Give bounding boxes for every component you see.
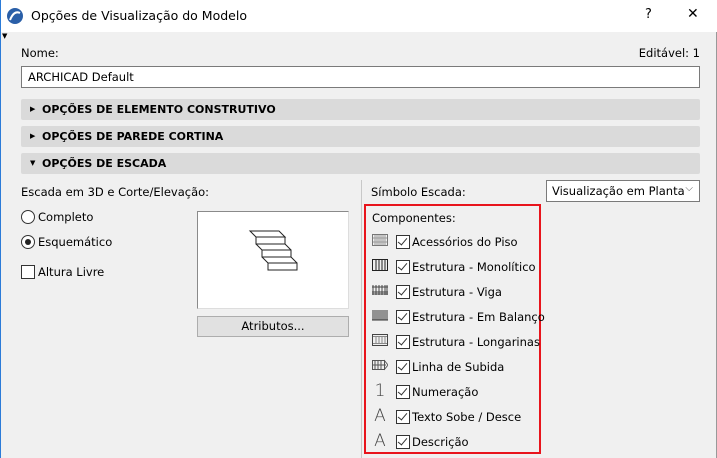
section-label: OPÇÕES DE PAREDE CORTINA [42,130,224,143]
schematic-stair-icon [248,230,298,271]
component-label: Numeração [412,385,479,399]
title-bar: Opções de Visualização do Modelo ? ✕ [0,0,717,32]
stair-mode-label: Escada em 3D e Corte/Elevação: [21,185,210,199]
help-button[interactable]: ? [645,7,652,22]
divider [361,180,362,458]
component-checkbox[interactable] [396,435,410,449]
dropdown-value: Visualização em Planta [552,184,685,198]
collapse-triangle-icon[interactable]: ▼ [2,32,7,40]
component-label: Texto Sobe / Desce [412,410,522,424]
beam-icon [372,284,388,298]
component-row[interactable]: Estrutura - Monolítico [372,257,537,277]
walking-line-icon [372,359,389,373]
component-checkbox[interactable] [396,385,410,399]
component-row[interactable]: 1 Numeração [372,382,537,402]
section-label: OPÇÕES DE ESCADA [42,157,167,170]
close-button[interactable]: ✕ [687,6,699,22]
collapse-triangle-icon: ▼ [30,159,36,167]
radio-esquematico[interactable]: Esquemático [21,234,141,250]
component-row[interactable]: Estrutura - Longarinas [372,332,540,352]
radio-button[interactable] [21,210,35,224]
component-checkbox[interactable] [396,260,410,274]
component-label: Linha de Subida [412,360,505,374]
component-checkbox[interactable] [396,360,410,374]
components-label: Componentes: [372,211,456,225]
stair-symbol-dropdown[interactable]: Visualização em Planta ⌵ [546,180,700,202]
component-label: Estrutura - Em Balanço [412,310,545,324]
name-input[interactable]: ARCHICAD Default [21,66,700,88]
component-label: Estrutura - Monolítico [412,260,536,274]
cantilever-icon [372,309,388,323]
headroom-checkbox[interactable]: Altura Livre [21,264,141,280]
component-label: Estrutura - Viga [412,285,502,299]
checkbox[interactable] [21,265,35,279]
stair-preview [197,211,349,309]
section-stair-options[interactable]: ▼ OPÇÕES DE ESCADA [21,153,700,174]
component-checkbox[interactable] [396,235,410,249]
section-building-element-options[interactable]: ▶ OPÇÕES DE ELEMENTO CONSTRUTIVO [21,99,700,120]
editable-count: Editável: 1 [638,46,700,60]
component-row[interactable]: A Descrição [372,432,537,452]
component-row[interactable]: Estrutura - Em Balanço [372,307,545,327]
text-icon: A [374,431,386,451]
expand-triangle-icon: ▶ [30,132,36,140]
checkbox-label: Altura Livre [38,265,105,279]
component-checkbox[interactable] [396,285,410,299]
section-label: OPÇÕES DE ELEMENTO CONSTRUTIVO [42,103,276,116]
numbering-icon: 1 [374,381,386,401]
text-icon: A [374,406,386,426]
stringer-icon [372,334,388,348]
component-row[interactable]: Acessórios do Piso [372,232,537,252]
name-label: Nome: [21,46,59,60]
radio-label: Completo [38,210,94,224]
expand-triangle-icon: ▶ [30,105,36,113]
monolithic-icon [372,259,388,273]
component-label: Descrição [412,435,469,449]
component-row[interactable]: Estrutura - Viga [372,282,537,302]
window-title: Opções de Visualização do Modelo [31,8,247,23]
radio-completo[interactable]: Completo [21,209,141,225]
name-input-value: ARCHICAD Default [28,70,134,84]
archicad-logo-icon [7,8,23,24]
component-row[interactable]: A Texto Sobe / Desce [372,407,537,427]
radio-button[interactable] [21,235,35,249]
stair-symbol-label: Símbolo Escada: [371,185,466,199]
component-checkbox[interactable] [396,335,410,349]
section-curtain-wall-options[interactable]: ▶ OPÇÕES DE PAREDE CORTINA [21,126,700,147]
finish-icon [372,234,388,248]
component-label: Estrutura - Longarinas [412,335,540,349]
radio-label: Esquemático [38,235,113,249]
component-row[interactable]: Linha de Subida [372,357,537,377]
component-checkbox[interactable] [396,310,410,324]
component-checkbox[interactable] [396,410,410,424]
chevron-down-icon: ⌵ [685,183,693,194]
attributes-button[interactable]: Atributos... [197,316,349,337]
component-label: Acessórios do Piso [412,235,518,249]
